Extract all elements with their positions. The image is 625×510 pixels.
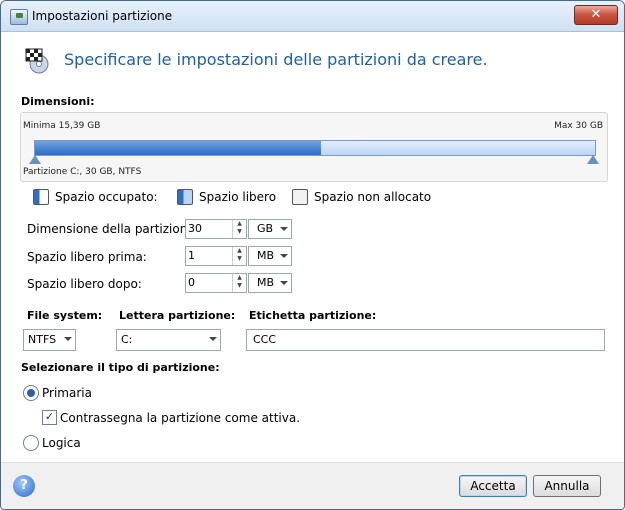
- spin-up-icon[interactable]: ▲: [233, 274, 246, 282]
- ok-button[interactable]: Accetta: [459, 475, 527, 497]
- min-size-label: Minima 15,39 GB: [23, 121, 101, 131]
- logical-radio[interactable]: [23, 435, 39, 451]
- legend-occupied: Spazio occupato:: [33, 189, 158, 205]
- filesystem-label: File system:: [27, 309, 103, 322]
- left-slider-handle[interactable]: [29, 155, 41, 164]
- partition-size-unit: GB: [257, 222, 274, 235]
- active-checkbox[interactable]: ✓: [42, 410, 57, 425]
- free-before-value: 1: [188, 249, 195, 262]
- legend-free-label: Spazio libero: [199, 190, 277, 204]
- free-before-spinner[interactable]: ▲ ▼: [232, 247, 246, 265]
- partition-size-spinner[interactable]: ▲ ▼: [232, 220, 246, 238]
- free-before-label: Spazio libero prima:: [27, 250, 147, 264]
- free-after-unit-select[interactable]: MB: [248, 273, 292, 293]
- filesystem-value: NTFS: [28, 333, 57, 346]
- sizes-label: Dimensioni:: [21, 95, 95, 108]
- legend-unallocated-label: Spazio non allocato: [314, 190, 432, 204]
- logical-label: Logica: [42, 436, 81, 450]
- spin-down-icon[interactable]: ▼: [233, 228, 246, 236]
- free-before-input[interactable]: 1 ▲ ▼: [185, 246, 247, 266]
- dialog-footer: ? Accetta Annulla: [1, 462, 624, 509]
- volume-label-label: Etichetta partizione:: [249, 309, 377, 322]
- free-after-spinner[interactable]: ▲ ▼: [232, 274, 246, 292]
- dialog-content: Specificare le impostazioni delle partiz…: [9, 32, 616, 462]
- partition-type-label: Selezionare il tipo di partizione:: [21, 361, 220, 374]
- title-bar: Impostazioni partizione ✕: [1, 1, 624, 32]
- partition-size-label: Dimensione della partizione:: [27, 222, 199, 236]
- size-bar[interactable]: [34, 140, 596, 156]
- occupied-swatch: [33, 189, 49, 205]
- partition-settings-window: Impostazioni partizione ✕ Specificare le…: [0, 0, 625, 510]
- size-slider-panel: Minima 15,39 GB Max 30 GB Partizione C:,…: [20, 112, 608, 182]
- volume-label-input[interactable]: CCC: [246, 329, 605, 351]
- chevron-down-icon: [209, 337, 217, 341]
- free-after-input[interactable]: 0 ▲ ▼: [185, 273, 247, 293]
- primary-label: Primaria: [42, 386, 92, 400]
- window-title: Impostazioni partizione: [32, 9, 173, 23]
- legend-unallocated: Spazio non allocato: [292, 189, 431, 205]
- active-label: Contrassegna la partizione come attiva.: [60, 411, 301, 425]
- primary-radio[interactable]: [23, 385, 39, 401]
- legend-free: Spazio libero: [177, 189, 276, 205]
- drive-letter-select[interactable]: C:: [116, 329, 221, 351]
- cancel-button[interactable]: Annulla: [533, 475, 601, 497]
- unallocated-swatch: [292, 189, 308, 205]
- drive-letter-value: C:: [121, 333, 133, 346]
- free-after-value: 0: [188, 276, 195, 289]
- spin-up-icon[interactable]: ▲: [233, 247, 246, 255]
- free-before-unit-select[interactable]: MB: [248, 246, 292, 266]
- bar-free-segment: [320, 141, 595, 155]
- chevron-down-icon: [280, 254, 288, 258]
- chevron-down-icon: [280, 281, 288, 285]
- legend-occupied-label: Spazio occupato:: [55, 190, 158, 204]
- spin-up-icon[interactable]: ▲: [233, 220, 246, 228]
- drive-letter-label: Lettera partizione:: [119, 309, 236, 322]
- partition-size-value: 30: [188, 222, 202, 235]
- partition-size-input[interactable]: 30 ▲ ▼: [185, 219, 247, 239]
- partition-size-unit-select[interactable]: GB: [248, 219, 292, 239]
- app-icon: [10, 9, 28, 25]
- chevron-down-icon: [64, 337, 72, 341]
- filesystem-select[interactable]: NTFS: [23, 329, 76, 351]
- free-swatch: [177, 189, 193, 205]
- right-slider-handle[interactable]: [587, 155, 599, 164]
- chevron-down-icon: [280, 227, 288, 231]
- page-heading: Specificare le impostazioni delle partiz…: [64, 50, 488, 69]
- volume-label-value: CCC: [253, 333, 277, 346]
- max-size-label: Max 30 GB: [554, 121, 603, 131]
- free-after-unit: MB: [257, 276, 275, 289]
- free-before-unit: MB: [257, 249, 275, 262]
- spin-down-icon[interactable]: ▼: [233, 282, 246, 290]
- checkered-flag-disk-icon: [25, 48, 49, 74]
- help-icon[interactable]: ?: [13, 475, 35, 497]
- spin-down-icon[interactable]: ▼: [233, 255, 246, 263]
- bar-used-segment: [35, 141, 321, 155]
- close-button[interactable]: ✕: [574, 5, 618, 25]
- partition-info-label: Partizione C:, 30 GB, NTFS: [23, 167, 142, 177]
- free-after-label: Spazio libero dopo:: [27, 277, 142, 291]
